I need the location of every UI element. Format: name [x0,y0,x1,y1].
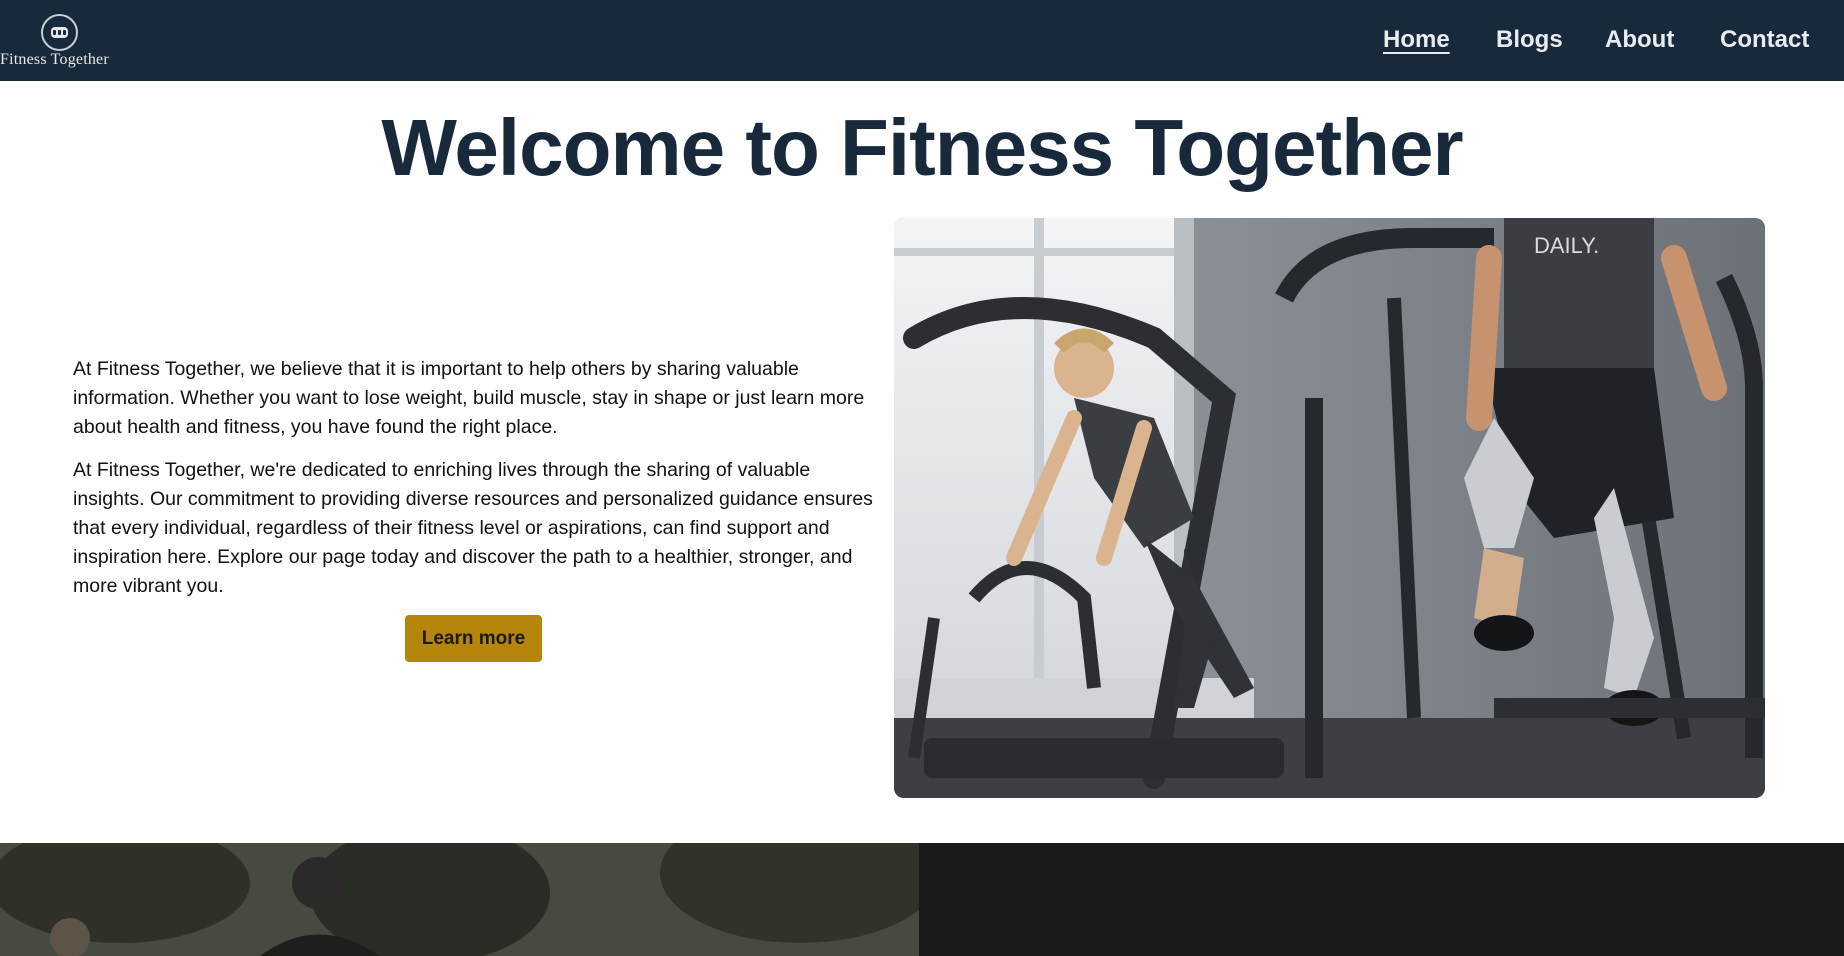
top-navbar: Fitness Together Home Blogs About Contac… [0,0,1844,81]
learn-more-button[interactable]: Learn more [405,615,542,662]
page-title: Welcome to Fitness Together [381,103,1463,192]
nav-about-link[interactable]: About [1605,26,1674,54]
nav-blogs-link[interactable]: Blogs [1496,26,1563,54]
hero-treadmill-photo: DAILY. [894,218,1765,798]
svg-text:DAILY.: DAILY. [1534,233,1599,258]
group-run-photo [0,843,919,956]
dark-feature-panel [919,843,1844,956]
nav-home-link[interactable]: Home [1383,26,1450,54]
brand-logo[interactable]: Fitness Together [0,10,122,72]
brand-name: Fitness Together [0,51,109,68]
intro-text-section: At Fitness Together, we believe that it … [73,355,873,615]
nav-contact-link[interactable]: Contact [1720,26,1809,54]
intro-paragraph-2: At Fitness Together, we're dedicated to … [73,459,873,597]
dumbbell-icon [41,14,78,51]
intro-paragraph-1: At Fitness Together, we believe that it … [73,358,865,438]
